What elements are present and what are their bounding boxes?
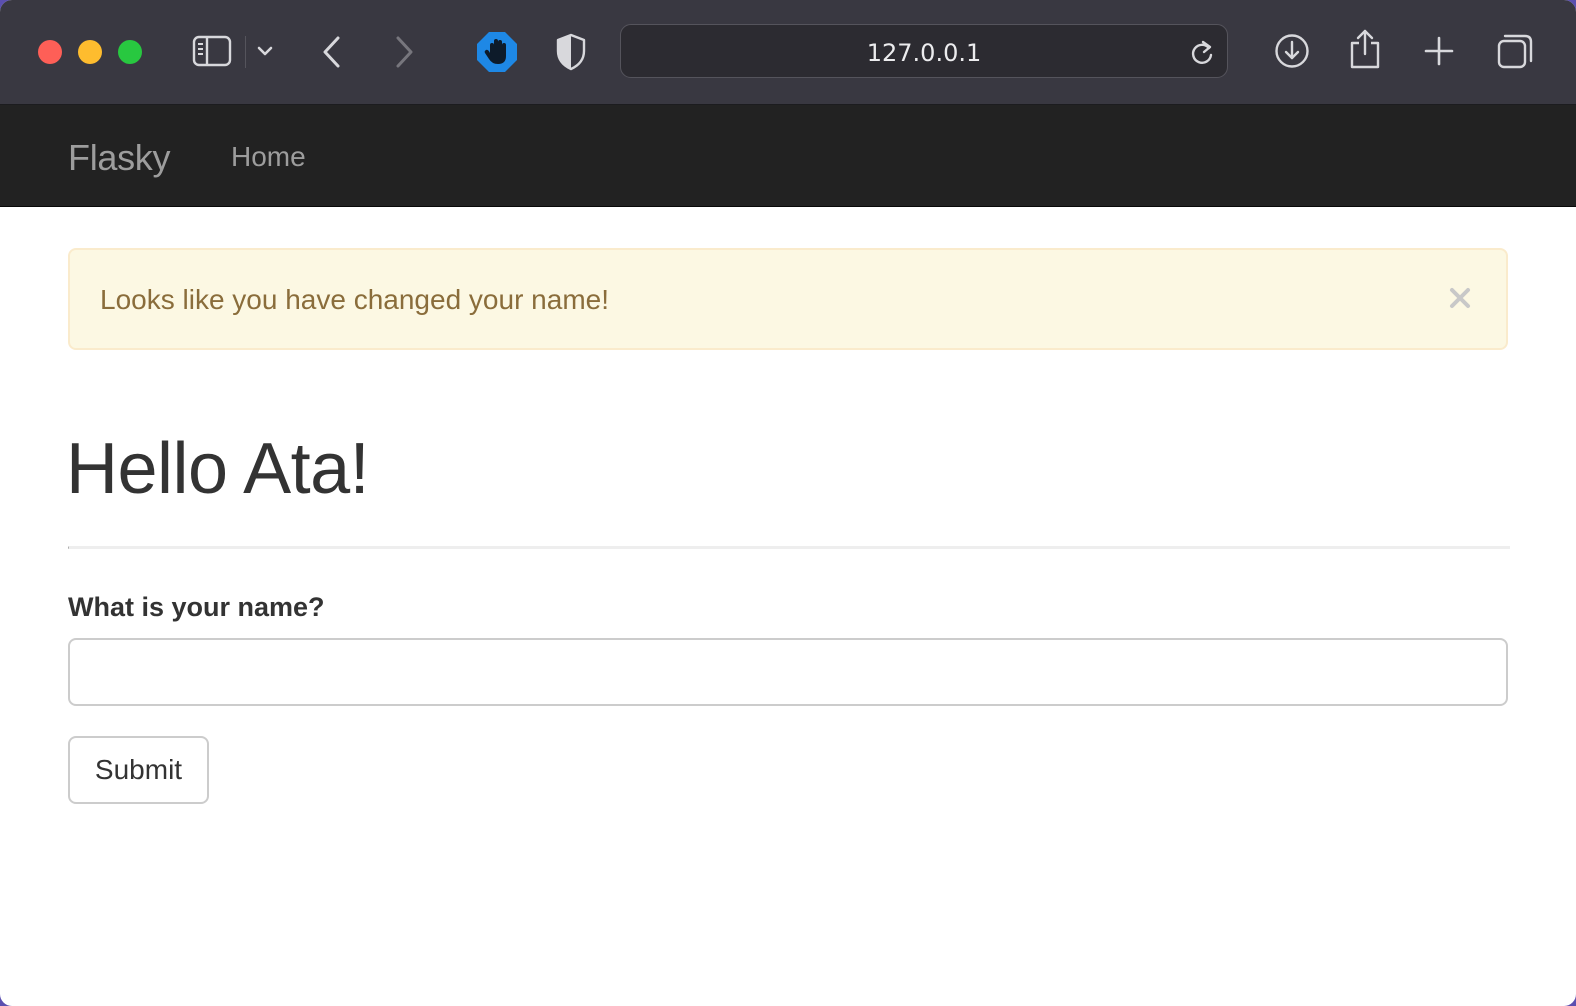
name-input[interactable]: [68, 638, 1508, 706]
name-label: What is your name?: [68, 592, 325, 622]
page-title: Hello Ata!: [66, 429, 370, 509]
chevron-down-icon[interactable]: [256, 44, 274, 58]
toolbar-divider: [245, 36, 246, 68]
share-icon[interactable]: [1348, 28, 1382, 70]
alert-message: Looks like you have changed your name!: [100, 284, 609, 315]
shield-icon[interactable]: [556, 33, 586, 71]
app-navbar: Flasky Home: [0, 105, 1576, 207]
hand-blocker-icon[interactable]: [476, 31, 518, 73]
browser-toolbar: 127.0.0.1: [0, 0, 1576, 105]
flash-alert: Looks like you have changed your name!: [68, 248, 1508, 350]
minimize-window-button[interactable]: [78, 40, 102, 64]
header-divider: [68, 546, 1510, 549]
nav-link-home[interactable]: Home: [231, 141, 306, 173]
new-tab-icon[interactable]: [1424, 36, 1454, 66]
browser-window: 127.0.0.1 Flasky Home Looks like you hav…: [0, 0, 1576, 1006]
download-icon[interactable]: [1274, 33, 1310, 69]
address-bar[interactable]: 127.0.0.1: [620, 24, 1228, 78]
zoom-window-button[interactable]: [118, 40, 142, 64]
url-text: 127.0.0.1: [866, 39, 982, 67]
reload-icon[interactable]: [1189, 38, 1215, 71]
submit-button[interactable]: Submit: [68, 736, 209, 804]
back-icon[interactable]: [320, 34, 344, 70]
tabs-overview-icon[interactable]: [1496, 32, 1534, 70]
forward-icon[interactable]: [392, 34, 416, 70]
close-window-button[interactable]: [38, 40, 62, 64]
navbar-brand[interactable]: Flasky: [68, 137, 171, 179]
sidebar-icon[interactable]: [192, 34, 232, 68]
close-icon[interactable]: [1442, 280, 1478, 316]
